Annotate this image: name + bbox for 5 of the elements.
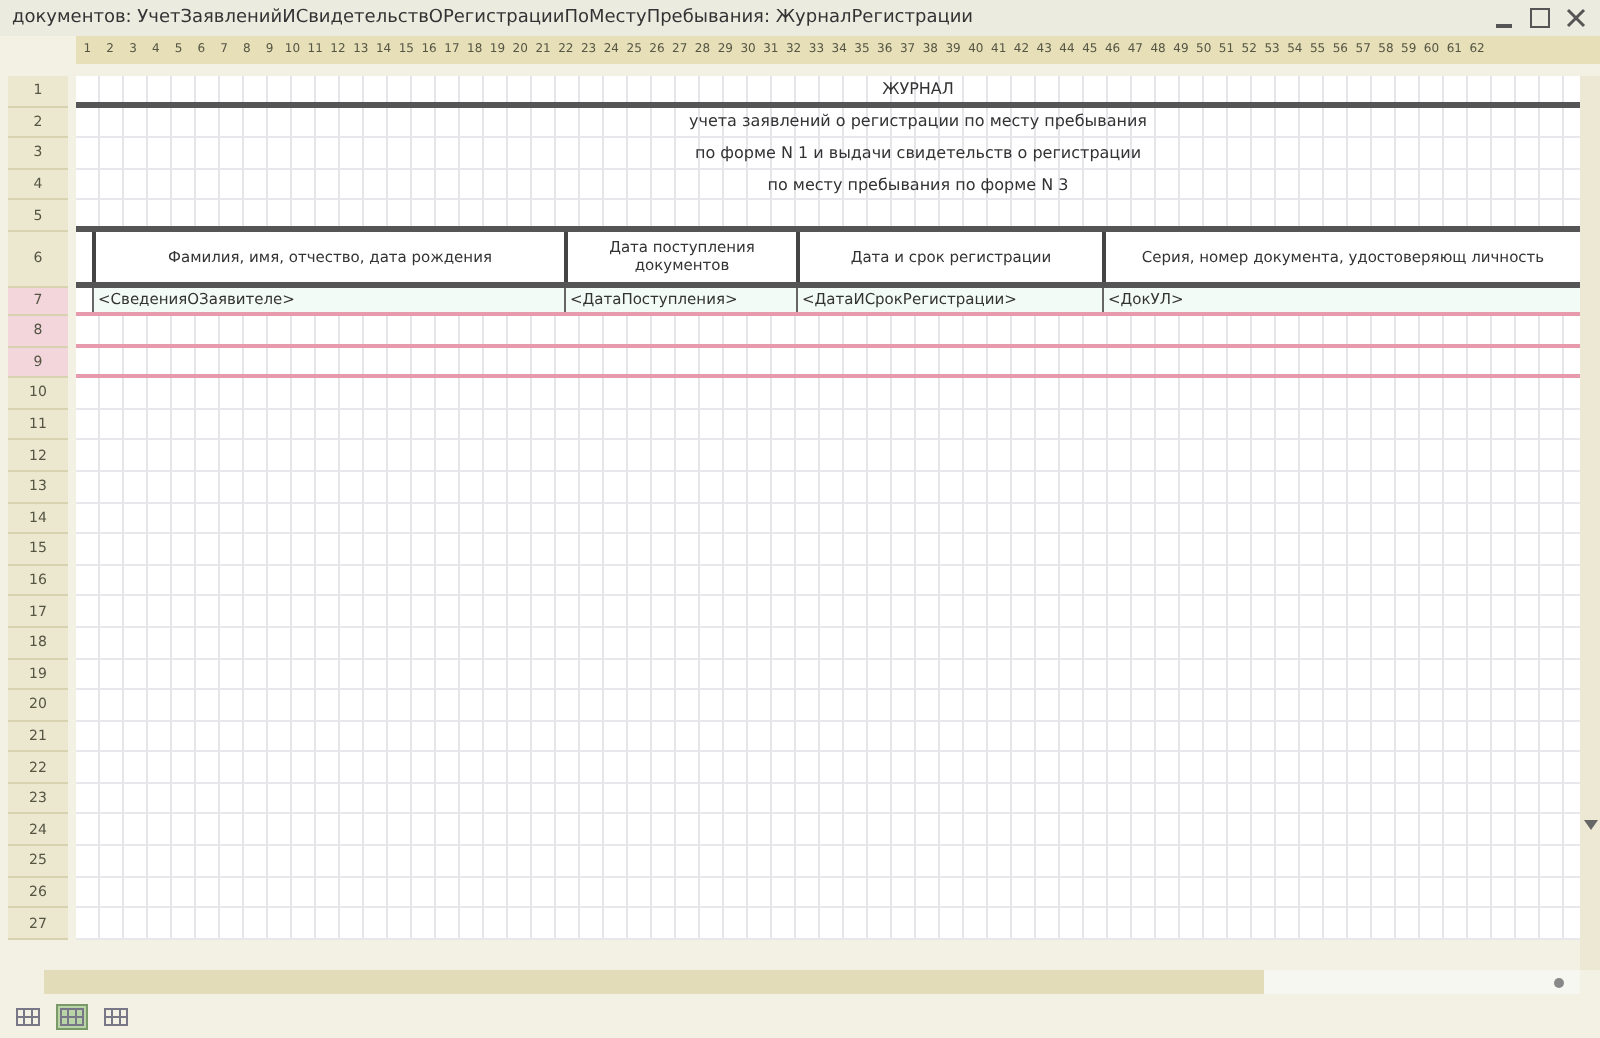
- heading-line: по форме N 1 и выдачи свидетельств о регистрации: [692, 143, 1144, 162]
- window-title: документов: УчетЗаявленийИСвидетельствОРегистрацииПоМестуПребывания: ЖурналРегистрации: [12, 8, 974, 28]
- journal-title: ЖУРНАЛ: [880, 79, 956, 98]
- heading-line: учета заявлений о регистрации по месту пребывания: [687, 112, 1149, 131]
- heading-line: по месту пребывания по форме N 3: [765, 175, 1071, 194]
